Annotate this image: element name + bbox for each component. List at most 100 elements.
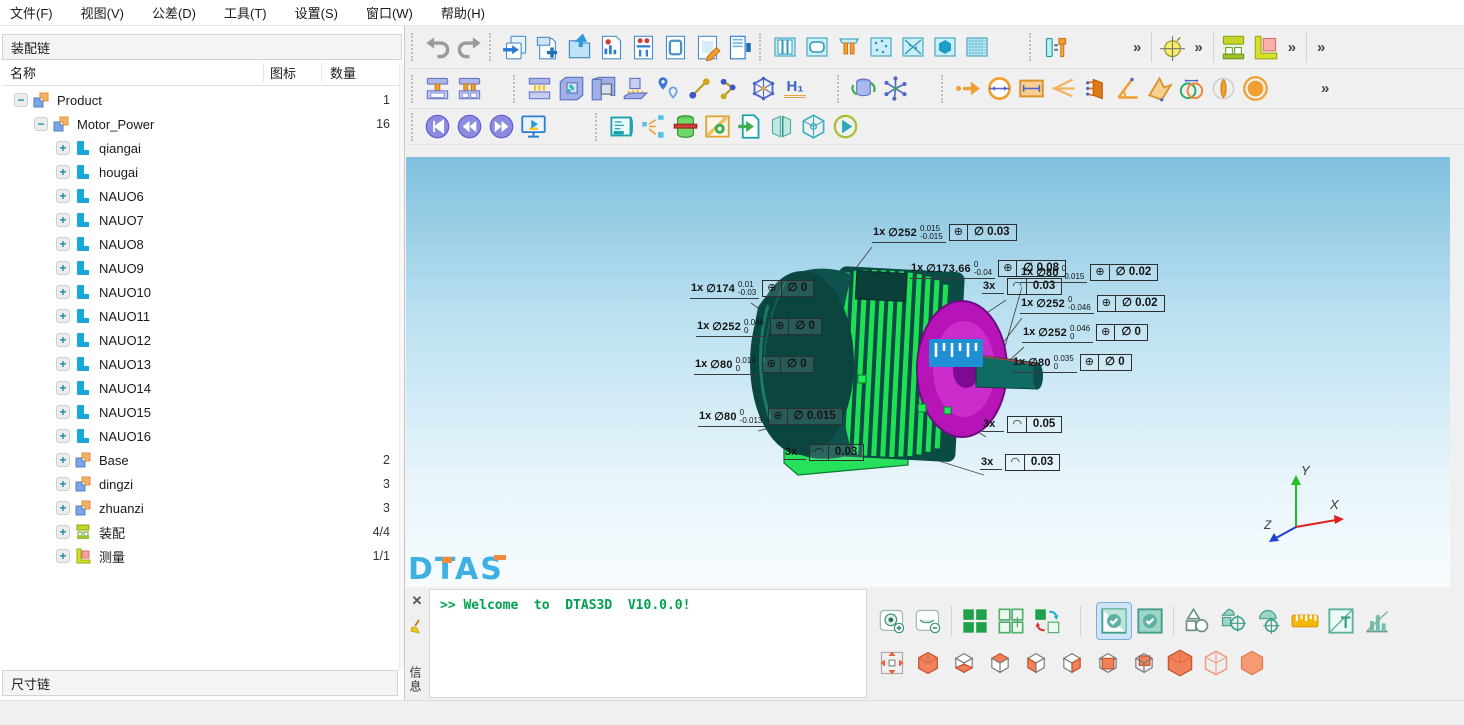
dimension-chain-bar[interactable]: 尺寸链 bbox=[2, 670, 398, 696]
tree-row[interactable]: 装配 4/4 bbox=[0, 520, 404, 544]
menu-settings[interactable]: 设置(S) bbox=[295, 3, 338, 22]
toolbar-grip[interactable] bbox=[837, 75, 841, 103]
fast-forward-button[interactable] bbox=[485, 110, 517, 144]
left-view-button[interactable] bbox=[1019, 645, 1053, 681]
toolbar-grip[interactable] bbox=[595, 113, 599, 141]
edit-document-button[interactable] bbox=[691, 30, 723, 64]
tree-scrollbar[interactable] bbox=[399, 62, 404, 670]
tree-row[interactable]: 测量 1/1 bbox=[0, 544, 404, 568]
tree-row[interactable]: NAUO10 bbox=[0, 280, 404, 304]
rewind-button[interactable] bbox=[453, 110, 485, 144]
expand-toggle-icon[interactable] bbox=[56, 525, 70, 539]
close-console-button[interactable]: ✕ bbox=[412, 593, 423, 609]
shapes-group-button[interactable] bbox=[1180, 603, 1214, 639]
wire-cube-button[interactable] bbox=[797, 110, 829, 144]
new-document-button[interactable] bbox=[531, 30, 563, 64]
verify-all-button[interactable] bbox=[1133, 603, 1167, 639]
expand-toggle-icon[interactable] bbox=[34, 117, 48, 131]
menu-tolerance[interactable]: 公差(D) bbox=[152, 3, 196, 22]
compare-document-button[interactable] bbox=[627, 30, 659, 64]
tree-row[interactable]: NAUO12 bbox=[0, 328, 404, 352]
menu-view[interactable]: 视图(V) bbox=[81, 3, 124, 22]
rect-dimension-button[interactable] bbox=[1015, 72, 1047, 106]
export-document-button[interactable] bbox=[733, 110, 765, 144]
filled-circle-button[interactable] bbox=[1239, 72, 1271, 106]
expand-toggle-icon[interactable] bbox=[56, 309, 70, 323]
tree-row[interactable]: Base 2 bbox=[0, 448, 404, 472]
toolbar-overflow-button[interactable]: » bbox=[1315, 80, 1335, 97]
tree-row[interactable]: NAUO16 bbox=[0, 424, 404, 448]
dotted-face-button[interactable] bbox=[865, 30, 897, 64]
measure-tool-button[interactable] bbox=[1250, 30, 1282, 64]
swap-squares-button[interactable] bbox=[1030, 603, 1064, 639]
document-panel-button[interactable] bbox=[723, 30, 755, 64]
expand-toggle-icon[interactable] bbox=[56, 357, 70, 371]
assembly-press-2-button[interactable] bbox=[453, 72, 485, 106]
link-three-points-button[interactable] bbox=[715, 72, 747, 106]
lens-button[interactable] bbox=[1207, 72, 1239, 106]
import-model-button[interactable] bbox=[499, 30, 531, 64]
tolerance-fit-button[interactable] bbox=[1039, 30, 1071, 64]
skip-to-start-button[interactable] bbox=[421, 110, 453, 144]
menu-tools[interactable]: 工具(T) bbox=[224, 3, 267, 22]
caliper-button[interactable] bbox=[1047, 72, 1079, 106]
tree-row[interactable]: Product 1 bbox=[0, 88, 404, 112]
expand-toggle-icon[interactable] bbox=[56, 501, 70, 515]
show-button[interactable] bbox=[875, 603, 909, 639]
toolbar-overflow-button[interactable]: » bbox=[1127, 39, 1147, 56]
toolbar-grip[interactable] bbox=[411, 75, 415, 103]
tree-row[interactable]: hougai bbox=[0, 160, 404, 184]
fit-view-button[interactable] bbox=[875, 645, 909, 681]
section-rounded-button[interactable] bbox=[801, 30, 833, 64]
ruler-button[interactable] bbox=[1288, 603, 1322, 639]
report-document-button[interactable] bbox=[595, 30, 627, 64]
verify-mode-button[interactable] bbox=[1097, 603, 1131, 639]
tree-row[interactable]: NAUO13 bbox=[0, 352, 404, 376]
mirror-pages-button[interactable] bbox=[765, 110, 797, 144]
expand-toggle-icon[interactable] bbox=[56, 165, 70, 179]
bottom-view-button[interactable] bbox=[947, 645, 981, 681]
cube-lift-button[interactable] bbox=[619, 72, 651, 106]
tree-row[interactable]: NAUO14 bbox=[0, 376, 404, 400]
dome-target-button[interactable] bbox=[1252, 603, 1286, 639]
right-view-button[interactable] bbox=[1055, 645, 1089, 681]
menu-window[interactable]: 窗口(W) bbox=[366, 3, 413, 22]
tree-row[interactable]: zhuanzi 3 bbox=[0, 496, 404, 520]
expand-toggle-icon[interactable] bbox=[56, 213, 70, 227]
bent-plane-button[interactable] bbox=[1143, 72, 1175, 106]
column-qty[interactable]: 数量 bbox=[322, 63, 402, 82]
hex-network-button[interactable] bbox=[747, 72, 779, 106]
expand-toggle-icon[interactable] bbox=[56, 477, 70, 491]
location-pins-button[interactable] bbox=[651, 72, 683, 106]
viewport-3d[interactable]: Y X Z 1x ∅252 0.015-0.015 ⊕ ∅ 0.03 bbox=[406, 157, 1450, 587]
undo-button[interactable] bbox=[421, 30, 453, 64]
top-view-button[interactable] bbox=[983, 645, 1017, 681]
cube-in-box-button[interactable] bbox=[555, 72, 587, 106]
column-icon[interactable]: 图标 bbox=[264, 63, 322, 82]
tree-row[interactable]: NAUO8 bbox=[0, 232, 404, 256]
iso-view-button[interactable] bbox=[911, 645, 945, 681]
bar-chart-button[interactable] bbox=[1360, 603, 1394, 639]
assembly-press-1-button[interactable] bbox=[421, 72, 453, 106]
datum-circle-button[interactable] bbox=[1156, 30, 1188, 64]
toolbar-grip[interactable] bbox=[513, 75, 517, 103]
link-two-points-button[interactable] bbox=[683, 72, 715, 106]
expand-toggle-icon[interactable] bbox=[56, 285, 70, 299]
wireframe-view-button[interactable] bbox=[1199, 645, 1233, 681]
run-target-button[interactable] bbox=[829, 110, 861, 144]
column-name[interactable]: 名称 bbox=[2, 63, 264, 82]
expand-toggle-icon[interactable] bbox=[14, 93, 28, 107]
explode-parts-button[interactable] bbox=[637, 110, 669, 144]
angle-measure-button[interactable] bbox=[1111, 72, 1143, 106]
tree-row[interactable]: dingzi 3 bbox=[0, 472, 404, 496]
message-console[interactable]: >> Welcome to DTAS3D V10.0.0! bbox=[429, 589, 867, 698]
tree-row[interactable]: NAUO6 bbox=[0, 184, 404, 208]
toolbar-grip[interactable] bbox=[1029, 33, 1033, 61]
star-network-button[interactable] bbox=[879, 72, 911, 106]
grid-filled-button[interactable] bbox=[958, 603, 992, 639]
monitor-play-button[interactable] bbox=[517, 110, 549, 144]
toolbar-overflow-button[interactable]: » bbox=[1282, 39, 1302, 56]
assembly-arrows-button[interactable] bbox=[523, 72, 555, 106]
crossed-face-button[interactable] bbox=[897, 30, 929, 64]
tree-row[interactable]: Motor_Power 16 bbox=[0, 112, 404, 136]
